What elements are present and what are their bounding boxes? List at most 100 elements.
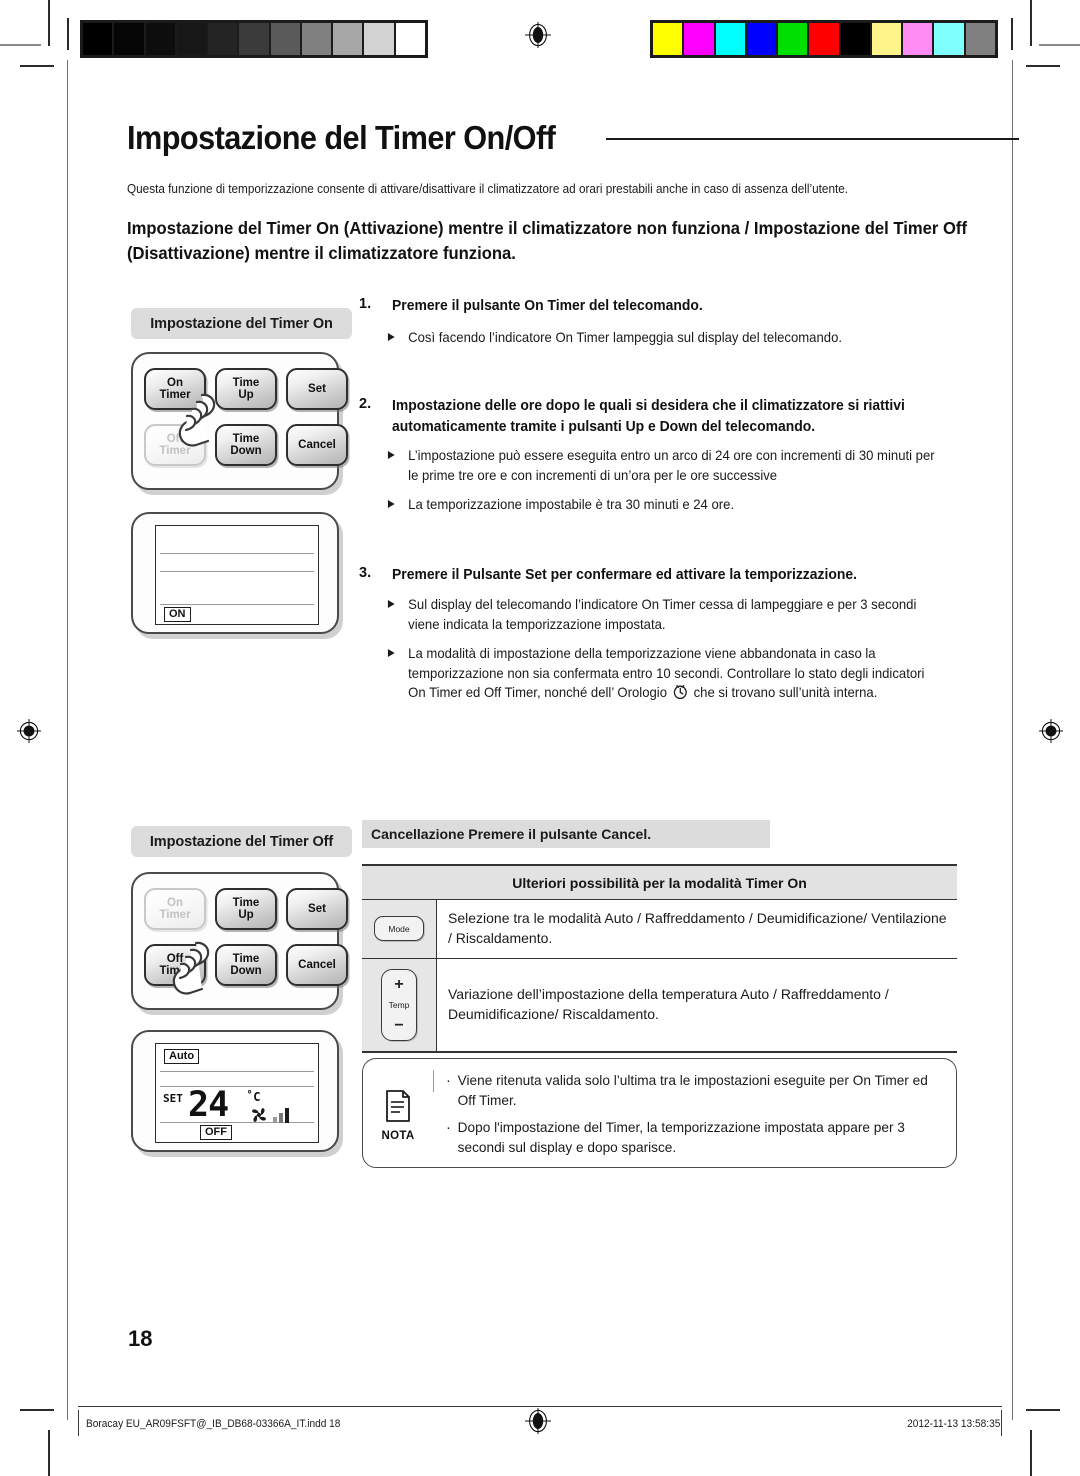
crop-mark-tr-v2 <box>1011 18 1013 50</box>
crop-mark-tr-h <box>1039 44 1080 46</box>
time-up-button-line2: Up <box>238 909 254 921</box>
color-swatch-7 <box>871 23 902 55</box>
temperature-value: 24 <box>188 1085 229 1125</box>
on-timer-button-line2: Timer <box>159 909 191 921</box>
crop-mark-tl-h <box>0 44 41 46</box>
mode-button-cell: Mode <box>362 900 437 958</box>
mode-button-icon[interactable]: Mode <box>374 916 424 942</box>
cancel-button-label: Cancel <box>298 438 336 451</box>
options-table-header: Ulteriori possibilità per la modalità Ti… <box>362 864 957 900</box>
timer-off-panel-label: Impostazione del Timer Off <box>131 826 352 857</box>
crop-mark-bl-h2 <box>20 1409 54 1411</box>
bullet-text-part2: che si trovano sull’unità interna. <box>693 685 878 701</box>
options-table: Ulteriori possibilità per la modalità Ti… <box>362 864 957 1053</box>
grayscale-swatch-10 <box>395 23 425 55</box>
color-swatch-3 <box>746 23 777 55</box>
bullet-item: L’impostazione può essere eseguita entro… <box>385 446 940 485</box>
timer-on-remote-panel: On Timer Time Up Set Off Timer Time Down… <box>131 352 348 490</box>
lcd-divider-1 <box>160 553 314 554</box>
triangle-bullet-icon <box>387 450 395 459</box>
time-up-button-line1: Time <box>232 896 260 909</box>
crop-mark-bl-v <box>48 1430 50 1476</box>
temp-button-label: Temp <box>388 999 410 1010</box>
trim-line-right <box>1012 60 1013 1420</box>
color-swatch-6 <box>840 23 870 55</box>
bullet-item: Sul display del telecomando l’indicatore… <box>385 595 940 634</box>
set-button-label: Set <box>308 382 326 395</box>
temp-button-icon[interactable]: + Temp − <box>381 968 417 1041</box>
nota-label: NOTA <box>381 1129 415 1142</box>
step-3-bullets: Sul display del telecomando l’indicatore… <box>385 595 960 706</box>
set-button[interactable]: Set <box>286 368 348 410</box>
triangle-bullet-icon <box>387 648 395 657</box>
bullet-item-with-clock: La modalità di impostazione della tempor… <box>385 644 940 706</box>
set-button[interactable]: Set <box>286 888 348 930</box>
on-timer-button-line1: On <box>167 896 183 909</box>
cancel-button[interactable]: Cancel <box>286 944 348 986</box>
footer-rule <box>78 1406 1002 1407</box>
on-timer-button[interactable]: On Timer <box>144 888 206 930</box>
registration-mark-left <box>16 718 42 744</box>
crop-mark-tr-h2 <box>1026 65 1060 67</box>
table-cell-text: Variazione dell’impostazione della tempe… <box>437 958 957 1051</box>
timer-off-display-panel: Auto SET 24 ˚C OFF <box>131 1030 339 1152</box>
triangle-bullet-icon <box>387 332 395 341</box>
color-swatch-10 <box>965 23 995 55</box>
lcd-divider-1 <box>160 1071 314 1072</box>
title-rule <box>605 138 1019 140</box>
off-timer-button-line2: Timer <box>159 965 191 977</box>
on-timer-button[interactable]: On Timer <box>144 368 206 410</box>
page-title: Impostazione del Timer On/Off <box>127 118 556 156</box>
step-1-number: 1. <box>359 296 372 312</box>
time-down-button-line2: Down <box>230 445 262 457</box>
off-timer-button-line1: Off <box>166 432 184 445</box>
grayscale-swatch-4 <box>208 23 238 55</box>
bullet-text: La temporizzazione impostabile è tra 30 … <box>408 497 735 513</box>
registration-mark-bottom <box>525 1408 551 1434</box>
off-timer-button-line1: Off <box>166 952 184 965</box>
registration-mark-top <box>525 22 551 48</box>
time-up-button[interactable]: Time Up <box>215 368 277 410</box>
footer-tick-left <box>78 1410 79 1436</box>
registration-mark-right <box>1038 718 1064 744</box>
step-2-bullets: L’impostazione può essere eseguita entro… <box>385 446 960 515</box>
step-1-text: Premere il pulsante On Timer del telecom… <box>392 298 703 314</box>
nota-icon-group: NOTA <box>363 1059 433 1167</box>
nota-text-group: · Viene ritenuta valida solo l’ultima tr… <box>434 1059 956 1167</box>
bullet-item: La temporizzazione impostabile è tra 30 … <box>385 495 940 515</box>
nota-bullet-text: Viene ritenuta valida solo l’ultima tra … <box>457 1072 928 1108</box>
color-calibration-bar <box>650 20 998 58</box>
time-up-button-line1: Time <box>232 376 260 389</box>
lcd-divider-2 <box>160 571 314 572</box>
time-up-button[interactable]: Time Up <box>215 888 277 930</box>
nota-box: NOTA · Viene ritenuta valida solo l’ulti… <box>362 1058 957 1168</box>
time-down-button[interactable]: Time Down <box>215 424 277 466</box>
lcd-divider-2 <box>160 1086 314 1087</box>
grayscale-swatch-1 <box>114 23 144 55</box>
off-timer-button[interactable]: Off Timer <box>144 944 206 986</box>
lcd-divider-3 <box>160 604 314 605</box>
off-timer-button-line2: Timer <box>159 445 191 457</box>
temp-minus-icon[interactable]: − <box>394 1017 403 1033</box>
nota-bullet: · Viene ritenuta valida solo l’ultima tr… <box>444 1071 930 1111</box>
step-3: 3. Premere il Pulsante Set per confermar… <box>359 565 959 586</box>
crop-mark-tl-h2 <box>20 65 54 67</box>
triangle-bullet-icon <box>387 499 395 508</box>
step-3-text: Premere il Pulsante Set per confermare e… <box>392 567 857 583</box>
grayscale-swatch-7 <box>301 23 332 55</box>
step-2: 2. Impostazione delle ore dopo le quali … <box>359 396 953 437</box>
time-down-button[interactable]: Time Down <box>215 944 277 986</box>
fan-speed-icon <box>250 1106 296 1129</box>
timer-on-display-panel: ON <box>131 512 339 634</box>
color-swatch-5 <box>809 23 839 55</box>
temp-plus-icon[interactable]: + <box>394 976 403 992</box>
off-timer-button[interactable]: Off Timer <box>144 424 206 466</box>
cancel-button[interactable]: Cancel <box>286 424 348 466</box>
set-button-label: Set <box>308 902 326 915</box>
cancellation-bar: Cancellazione Premere il pulsante Cancel… <box>362 820 770 848</box>
nota-bullet: · Dopo l'impostazione del Timer, la temp… <box>444 1118 930 1158</box>
color-swatch-4 <box>778 23 808 55</box>
mode-badge: Auto <box>164 1049 200 1065</box>
crop-mark-tr-v <box>1030 0 1032 46</box>
grayscale-calibration-bar <box>80 20 428 58</box>
